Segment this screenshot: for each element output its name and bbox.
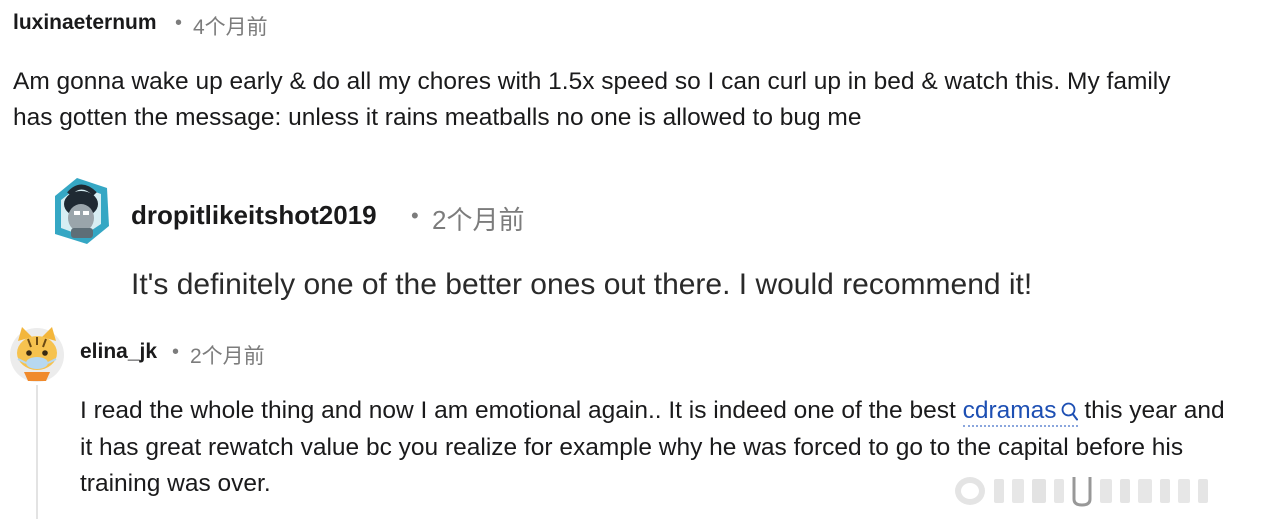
comment-body-line: it has great rewatch value bc you realiz… xyxy=(80,434,1184,461)
comment-username[interactable]: luxinaeternum xyxy=(13,11,157,35)
comment-username[interactable]: dropitlikeitshot2019 xyxy=(131,200,377,231)
comment-body-line: training was over. xyxy=(80,470,271,497)
search-icon[interactable] xyxy=(1061,402,1078,421)
body-text-segment: I read the whole thing and now I am emot… xyxy=(80,397,963,424)
robot-avatar-icon xyxy=(55,178,109,244)
comment-body-line: has gotten the message: unless it rains … xyxy=(13,104,862,131)
body-text-segment: this year and xyxy=(1077,397,1225,424)
watermark-logo xyxy=(950,471,1230,511)
search-link-label[interactable]: cdramas xyxy=(963,397,1057,424)
thread-line[interactable] xyxy=(36,385,38,519)
comment-body-line: It's definitely one of the better ones o… xyxy=(131,268,1033,301)
comment-timestamp[interactable]: 4个月前 xyxy=(193,11,268,41)
avatar[interactable] xyxy=(47,174,112,246)
avatar[interactable] xyxy=(6,323,68,383)
comment-username[interactable]: elina_jk xyxy=(80,340,157,364)
meta-separator: • xyxy=(411,203,419,228)
meta-separator: • xyxy=(172,341,180,363)
comment-body-line: Am gonna wake up early & do all my chore… xyxy=(13,68,1171,95)
search-link[interactable]: cdramas xyxy=(962,397,1078,427)
comment-timestamp[interactable]: 2个月前 xyxy=(432,200,524,237)
meta-separator: • xyxy=(175,12,183,34)
comment-timestamp[interactable]: 2个月前 xyxy=(190,340,265,370)
comment-body-line: I read the whole thing and now I am emot… xyxy=(80,397,1225,427)
tiger-avatar-icon xyxy=(10,327,64,382)
